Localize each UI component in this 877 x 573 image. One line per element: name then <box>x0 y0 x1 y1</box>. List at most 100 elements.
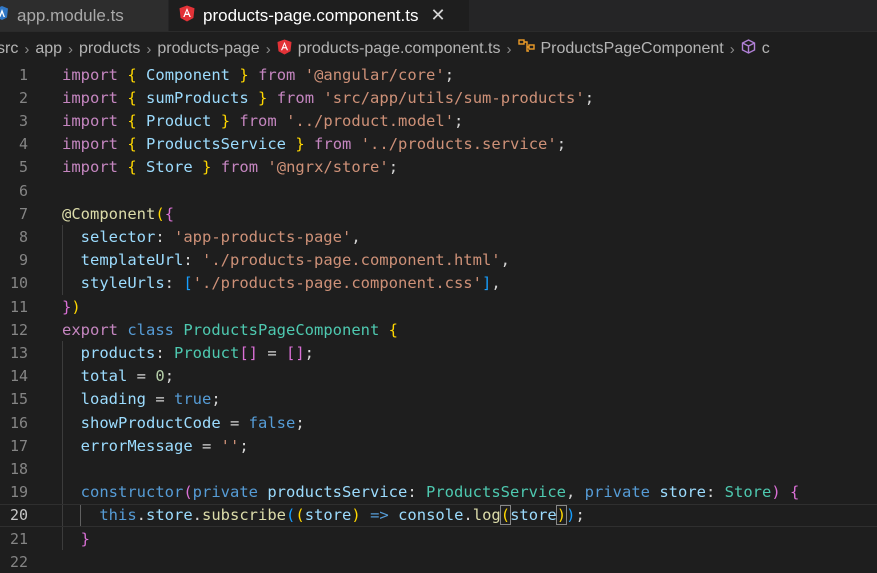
code-token: log <box>472 506 501 525</box>
chevron-right-icon: › <box>506 40 512 58</box>
code-line[interactable]: 8 selector: 'app-products-page', <box>0 225 877 249</box>
code-line[interactable]: 16 showProductCode = false; <box>0 411 877 435</box>
code-line[interactable]: 21 } <box>0 527 877 551</box>
code-token: } <box>220 111 231 130</box>
code-line[interactable]: 22 <box>0 550 877 573</box>
line-number: 18 <box>9 459 28 478</box>
chevron-right-icon: › <box>24 40 30 58</box>
code-token: import <box>62 111 118 130</box>
code-line[interactable]: 14 total = 0; <box>0 364 877 388</box>
line-number: 20 <box>9 506 28 525</box>
code-token: from <box>239 111 277 130</box>
code-editor[interactable]: 1 import { Component } from '@angular/cor… <box>0 63 877 571</box>
code-line[interactable]: 18 <box>0 457 877 481</box>
code-token: private <box>584 483 650 502</box>
code-line[interactable]: 19 constructor(private productsService: … <box>0 480 877 504</box>
code-token: from <box>314 135 352 154</box>
tab-app-module[interactable]: app.module.ts <box>0 0 169 31</box>
line-number: 16 <box>9 413 28 432</box>
breadcrumb-item-class[interactable]: ProductsPageComponent <box>517 39 724 59</box>
breadcrumb-item-member[interactable]: c <box>741 39 770 59</box>
code-token: 0 <box>155 367 165 386</box>
code-token: ProductsService <box>426 483 566 502</box>
code-token: Component <box>146 65 231 84</box>
code-line[interactable]: 10 styleUrls: ['./products-page.componen… <box>0 271 877 295</box>
code-text: import { Store } from '@ngrx/store'; <box>62 158 398 176</box>
code-token: errorMessage <box>80 436 193 455</box>
breadcrumb-label: ProductsPageComponent <box>540 40 724 57</box>
close-icon[interactable]: ✕ <box>430 5 445 26</box>
code-token: this <box>99 506 137 525</box>
code-text: import { Product } from '../product.mode… <box>62 112 463 130</box>
code-line[interactable]: 9 templateUrl: './products-page.componen… <box>0 248 877 272</box>
code-line[interactable]: 5 import { Store } from '@ngrx/store'; <box>0 156 877 179</box>
angular-icon <box>277 39 292 60</box>
code-token: ; <box>454 111 464 130</box>
code-token: store <box>510 506 557 525</box>
code-token: total <box>80 367 128 386</box>
indent-guide <box>62 457 63 481</box>
code-token: . <box>136 506 146 525</box>
code-text: loading = true; <box>62 390 221 408</box>
code-line[interactable]: 3 import { Product } from '../product.mod… <box>0 109 877 132</box>
code-line[interactable]: 2 import { sumProducts } from 'src/app/ut… <box>0 86 877 109</box>
code-text: styleUrls: ['./products-page.component.c… <box>62 274 501 292</box>
breadcrumb-item-app[interactable]: app <box>35 40 62 58</box>
code-line[interactable]: 12 export class ProductsPageComponent { <box>0 318 877 341</box>
code-line[interactable]: 13 products: Product[] = []; <box>0 341 877 365</box>
code-token: constructor <box>80 483 184 502</box>
code-token: sumProducts <box>146 88 249 107</box>
breadcrumb-item-src[interactable]: src <box>0 40 18 58</box>
tab-bar: app.module.ts products-page.component.ts… <box>0 0 877 32</box>
breadcrumb-item-products-page[interactable]: products-page <box>157 40 259 58</box>
line-number: 7 <box>18 204 28 223</box>
line-number: 6 <box>18 181 28 200</box>
code-token: = <box>192 436 221 455</box>
breadcrumb-label: app <box>35 40 63 57</box>
line-number: 14 <box>9 367 28 386</box>
breadcrumb-item-products[interactable]: products <box>79 40 140 58</box>
line-number: 11 <box>9 297 28 316</box>
code-line[interactable]: 1 import { Component } from '@angular/cor… <box>0 63 877 86</box>
code-token: loading <box>80 390 146 409</box>
breadcrumb-item-file[interactable]: products-page.component.ts <box>277 39 501 60</box>
code-token: { <box>127 158 137 177</box>
code-token: console <box>398 506 464 525</box>
line-number: 15 <box>9 390 28 409</box>
code-line[interactable]: 4 import { ProductsService } from '../pro… <box>0 133 877 156</box>
breadcrumb-label: products <box>79 40 141 57</box>
code-token: . <box>463 506 473 525</box>
code-token: } <box>62 297 72 316</box>
code-line[interactable]: 15 loading = true; <box>0 387 877 411</box>
tab-products-page-component[interactable]: products-page.component.ts ✕ <box>169 0 469 31</box>
code-line[interactable]: 7 @Component({ <box>0 202 877 225</box>
code-token: Product <box>174 343 240 362</box>
code-line[interactable]: 11}) <box>0 295 877 318</box>
code-token: store <box>659 483 706 502</box>
code-line[interactable]: 6 <box>0 179 877 202</box>
code-line[interactable]: 20 this.store.subscribe((store) => conso… <box>0 503 877 527</box>
code-text: this.store.subscribe((store) => console.… <box>62 505 585 526</box>
code-token: import <box>62 135 118 154</box>
code-token: '' <box>220 436 240 455</box>
line-number: 1 <box>18 65 28 84</box>
code-line[interactable]: 17 errorMessage = ''; <box>0 434 877 458</box>
